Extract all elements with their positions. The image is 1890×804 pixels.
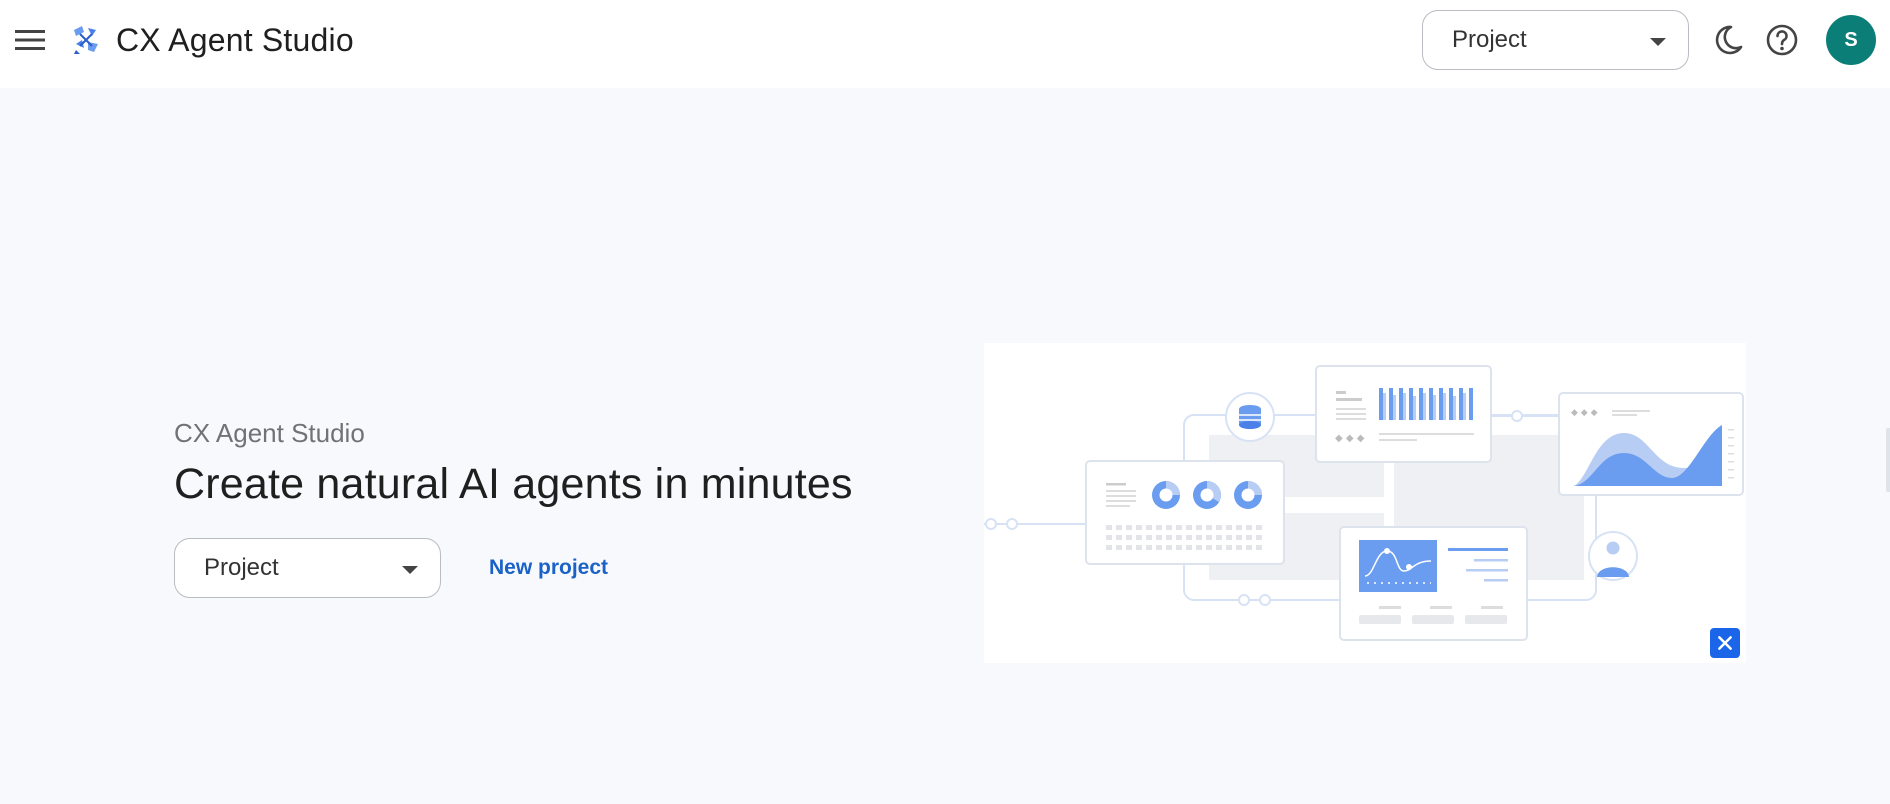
app-title: CX Agent Studio	[116, 22, 354, 58]
dark-mode-moon-icon[interactable]	[1708, 20, 1748, 60]
page-title: Create natural AI agents in minutes	[174, 460, 853, 508]
hero-eyebrow: CX Agent Studio	[174, 418, 365, 448]
avatar[interactable]: S	[1826, 15, 1876, 65]
help-circle-icon[interactable]	[1762, 20, 1802, 60]
header-project-select[interactable]: Project	[1422, 10, 1689, 70]
new-project-link[interactable]: New project	[489, 554, 608, 582]
header-project-select-value: Project	[1452, 26, 1527, 53]
svg-text:◆ ◆ ◆: ◆ ◆ ◆	[1335, 433, 1365, 444]
cx-agent-studio-logo-icon	[70, 24, 102, 56]
hero-illustration: ◆ ◆ ◆ ◆ ◆ ◆	[984, 343, 1746, 663]
hero-project-select-value: Project	[204, 554, 279, 581]
svg-text:◆ ◆ ◆: ◆ ◆ ◆	[1571, 408, 1598, 418]
hero-project-select[interactable]: Project	[174, 538, 441, 598]
top-app-bar: CX Agent Studio Project S	[0, 0, 1890, 88]
hamburger-menu-icon[interactable]	[12, 22, 48, 58]
chevron-down-icon	[402, 566, 418, 574]
side-panel-handle[interactable]	[1886, 428, 1890, 492]
chevron-down-icon	[1650, 38, 1666, 46]
